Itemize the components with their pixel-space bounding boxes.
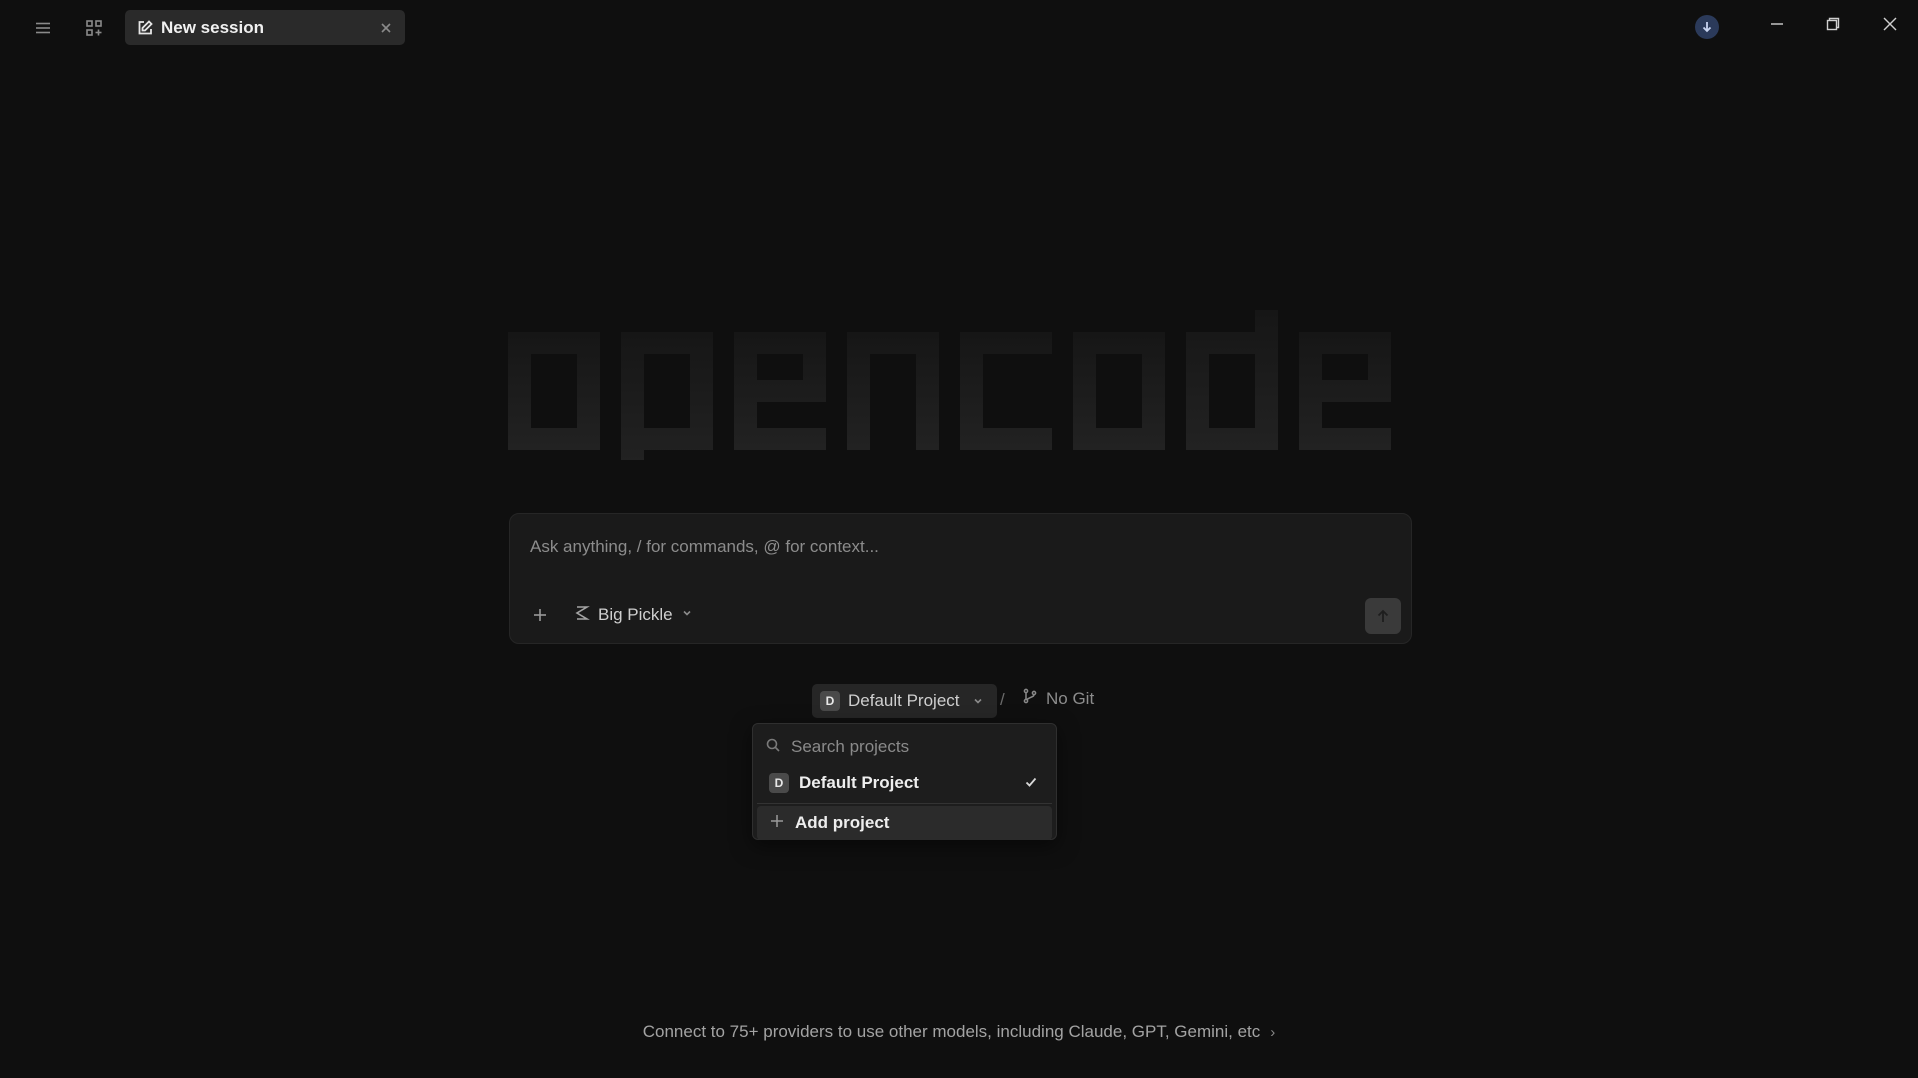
project-selector[interactable]: D Default Project [812, 684, 997, 718]
menu-icon[interactable] [27, 12, 59, 44]
app-window: New session Ask anything, / for commands… [0, 0, 1918, 1078]
git-status: No Git [1022, 688, 1094, 709]
add-project-button[interactable]: Add project [757, 806, 1052, 840]
divider [757, 803, 1052, 804]
edit-icon [135, 18, 155, 38]
send-button[interactable] [1365, 598, 1401, 634]
arrow-up-icon [1377, 609, 1389, 622]
model-selector[interactable]: Big Pickle [574, 600, 693, 630]
dropdown-item-default-project[interactable]: D Default Project [757, 766, 1052, 800]
model-icon [574, 605, 590, 626]
check-icon [1024, 775, 1038, 794]
title-bar: New session [0, 0, 1918, 56]
model-label: Big Pickle [598, 605, 673, 624]
opencode-logo [508, 310, 1391, 460]
minimize-icon[interactable] [1755, 8, 1799, 40]
chevron-down-icon [681, 606, 693, 624]
dropdown-item-label: Default Project [799, 773, 919, 792]
add-attachment-button[interactable] [525, 600, 555, 630]
search-icon [765, 737, 781, 758]
providers-link[interactable]: Connect to 75+ providers to use other mo… [0, 1022, 1918, 1042]
git-label: No Git [1046, 688, 1095, 708]
search-projects-input[interactable] [791, 737, 1041, 757]
tab-label: New session [161, 17, 264, 37]
project-name: Default Project [848, 691, 960, 710]
chevron-down-icon [972, 695, 984, 707]
tab-new-session[interactable]: New session [125, 10, 405, 45]
update-download-icon[interactable] [1695, 15, 1719, 39]
grid-add-icon[interactable] [78, 12, 110, 44]
chevron-right-icon: › [1270, 1024, 1276, 1041]
project-avatar: D [769, 773, 789, 793]
add-project-label: Add project [795, 813, 890, 832]
git-branch-icon [1022, 688, 1038, 709]
prompt-input[interactable] [530, 534, 1370, 560]
close-window-icon[interactable] [1868, 8, 1912, 40]
path-separator: / [1000, 690, 1005, 709]
plus-icon [769, 813, 785, 834]
providers-text: Connect to 75+ providers to use other mo… [642, 1022, 1261, 1041]
close-tab-icon[interactable] [375, 17, 397, 39]
project-dropdown: D Default Project Add project [752, 723, 1057, 840]
prompt-box: Big Pickle [509, 513, 1412, 644]
restore-icon[interactable] [1811, 8, 1855, 40]
project-search [765, 734, 1041, 760]
project-avatar: D [820, 691, 840, 711]
